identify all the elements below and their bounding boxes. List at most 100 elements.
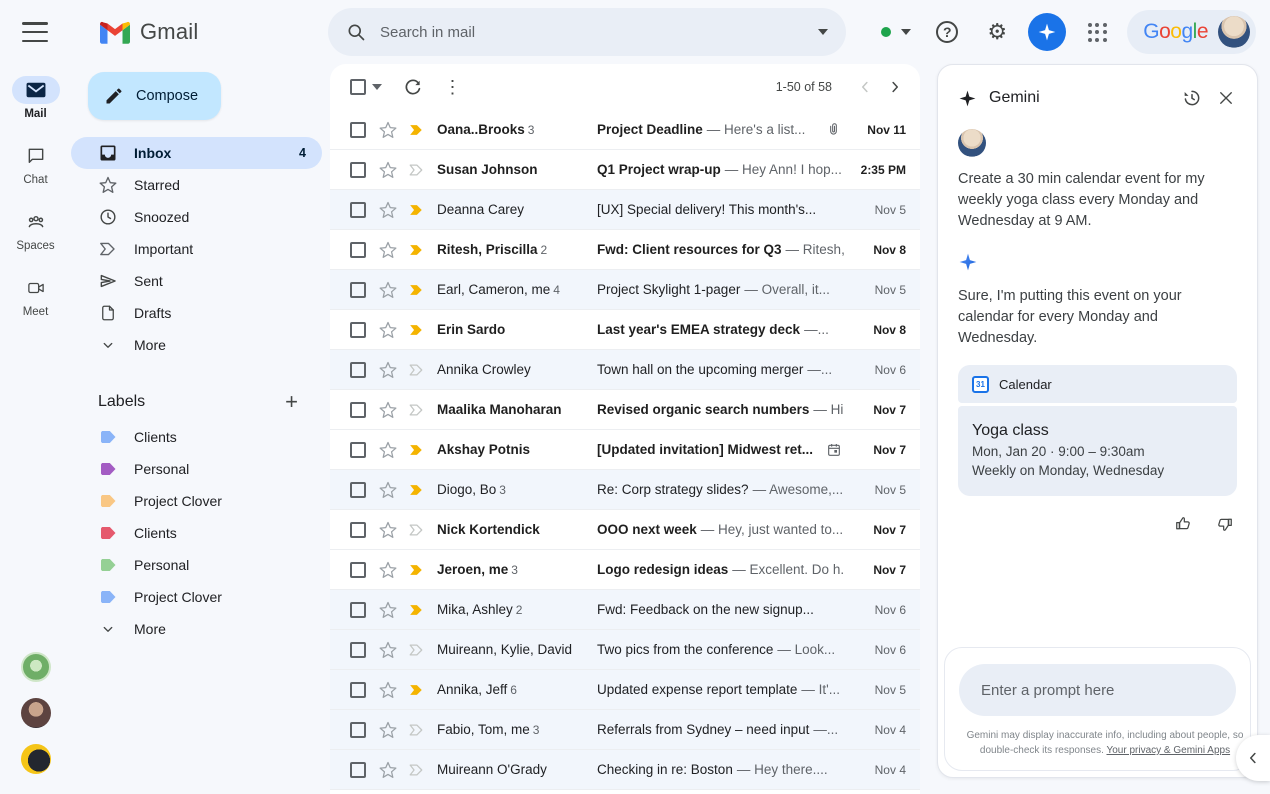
newer-page-button[interactable] xyxy=(850,72,880,102)
main-menu-button[interactable] xyxy=(22,22,48,42)
star-icon[interactable] xyxy=(378,400,398,420)
email-row[interactable]: Oana..Brooks3 Project Deadline— Here's a… xyxy=(330,110,920,150)
email-row[interactable]: Mika, Ashley2 Fwd: Feedback on the new s… xyxy=(330,590,920,630)
row-checkbox[interactable] xyxy=(350,322,366,338)
sidebar-item-important[interactable]: Important xyxy=(71,233,322,265)
importance-marker-icon[interactable] xyxy=(408,323,425,337)
sidebar-item-drafts[interactable]: Drafts xyxy=(71,297,322,329)
row-checkbox[interactable] xyxy=(350,722,366,738)
star-icon[interactable] xyxy=(378,600,398,620)
email-row[interactable]: Susan Johnson Q1 Project wrap-up— Hey An… xyxy=(330,150,920,190)
star-icon[interactable] xyxy=(378,560,398,580)
importance-marker-icon[interactable] xyxy=(408,283,425,297)
calendar-event-card[interactable]: 31 Calendar Yoga class Mon, Jan 20 · 9:0… xyxy=(958,365,1237,496)
star-icon[interactable] xyxy=(378,200,398,220)
help-button[interactable]: ? xyxy=(927,12,967,52)
refresh-button[interactable] xyxy=(396,70,430,104)
email-row[interactable]: Muireann, Kylie, David Two pics from the… xyxy=(330,630,920,670)
email-row[interactable]: Diogo, Bo3 Re: Corp strategy slides?— Aw… xyxy=(330,470,920,510)
star-icon[interactable] xyxy=(378,760,398,780)
star-icon[interactable] xyxy=(378,520,398,540)
create-label-button[interactable]: + xyxy=(285,391,298,413)
contact-avatar-3[interactable] xyxy=(21,744,51,774)
email-row[interactable]: Fabio, Tom, me3 Referrals from Sydney – … xyxy=(330,710,920,750)
row-checkbox[interactable] xyxy=(350,682,366,698)
gmail-logo[interactable]: Gmail xyxy=(100,19,198,45)
contact-avatar-1[interactable] xyxy=(21,652,51,682)
email-row[interactable]: Maalika Manoharan Revised organic search… xyxy=(330,390,920,430)
history-button[interactable] xyxy=(1175,81,1209,115)
importance-marker-icon[interactable] xyxy=(408,123,425,137)
importance-marker-icon[interactable] xyxy=(408,203,425,217)
labels-more[interactable]: More xyxy=(71,613,330,645)
email-row[interactable]: Akshay Potnis [Updated invitation] Midwe… xyxy=(330,430,920,470)
star-icon[interactable] xyxy=(378,480,398,500)
star-icon[interactable] xyxy=(378,280,398,300)
prompt-input[interactable] xyxy=(959,664,1236,716)
star-icon[interactable] xyxy=(378,320,398,340)
label-item[interactable]: Clients xyxy=(71,517,330,549)
email-row[interactable]: Erin Sardo Last year's EMEA strategy dec… xyxy=(330,310,920,350)
row-checkbox[interactable] xyxy=(350,482,366,498)
close-panel-button[interactable] xyxy=(1209,81,1243,115)
star-icon[interactable] xyxy=(378,240,398,260)
star-icon[interactable] xyxy=(378,640,398,660)
row-checkbox[interactable] xyxy=(350,362,366,378)
row-checkbox[interactable] xyxy=(350,162,366,178)
row-checkbox[interactable] xyxy=(350,522,366,538)
sidebar-item-sent[interactable]: Sent xyxy=(71,265,322,297)
rail-item-meet[interactable]: Meet xyxy=(12,274,60,318)
importance-marker-icon[interactable] xyxy=(408,363,425,377)
star-icon[interactable] xyxy=(378,720,398,740)
label-item[interactable]: Personal xyxy=(71,453,330,485)
select-all-checkbox[interactable] xyxy=(350,79,366,95)
row-checkbox[interactable] xyxy=(350,642,366,658)
more-options-button[interactable]: ⋮ xyxy=(436,70,470,104)
sidebar-item-snoozed[interactable]: Snoozed xyxy=(71,201,322,233)
row-checkbox[interactable] xyxy=(350,242,366,258)
star-icon[interactable] xyxy=(378,160,398,180)
importance-marker-icon[interactable] xyxy=(408,243,425,257)
label-item[interactable]: Clients xyxy=(71,421,330,453)
label-item[interactable]: Project Clover xyxy=(71,485,330,517)
sidebar-item-inbox[interactable]: Inbox 4 xyxy=(71,137,322,169)
search-bar[interactable] xyxy=(328,8,846,56)
email-row[interactable]: Annika Crowley Town hall on the upcoming… xyxy=(330,350,920,390)
importance-marker-icon[interactable] xyxy=(408,403,425,417)
importance-marker-icon[interactable] xyxy=(408,683,425,697)
importance-marker-icon[interactable] xyxy=(408,443,425,457)
email-row[interactable]: Deanna Carey [UX] Special delivery! This… xyxy=(330,190,920,230)
importance-marker-icon[interactable] xyxy=(408,163,425,177)
rail-item-spaces[interactable]: Spaces xyxy=(12,208,60,252)
search-input[interactable] xyxy=(380,24,818,41)
row-checkbox[interactable] xyxy=(350,602,366,618)
email-row[interactable]: Earl, Cameron, me4 Project Skylight 1-pa… xyxy=(330,270,920,310)
sidebar-item-starred[interactable]: Starred xyxy=(71,169,322,201)
gemini-toggle-button[interactable] xyxy=(1027,12,1067,52)
star-icon[interactable] xyxy=(378,120,398,140)
privacy-link[interactable]: Your privacy & Gemini Apps xyxy=(1106,745,1230,756)
importance-marker-icon[interactable] xyxy=(408,483,425,497)
settings-button[interactable]: ⚙ xyxy=(977,12,1017,52)
row-checkbox[interactable] xyxy=(350,282,366,298)
star-icon[interactable] xyxy=(378,440,398,460)
thumbs-down-button[interactable] xyxy=(1215,514,1235,534)
search-options-caret-icon[interactable] xyxy=(818,29,828,35)
importance-marker-icon[interactable] xyxy=(408,523,425,537)
select-options-caret-icon[interactable] xyxy=(372,84,382,90)
importance-marker-icon[interactable] xyxy=(408,723,425,737)
row-checkbox[interactable] xyxy=(350,122,366,138)
email-row[interactable]: Nick Kortendick OOO next week— Hey, just… xyxy=(330,510,920,550)
star-icon[interactable] xyxy=(378,360,398,380)
google-apps-button[interactable] xyxy=(1077,12,1117,52)
compose-button[interactable]: Compose xyxy=(88,72,221,120)
email-row[interactable]: Annika, Jeff6 Updated expense report tem… xyxy=(330,670,920,710)
label-item[interactable]: Personal xyxy=(71,549,330,581)
importance-marker-icon[interactable] xyxy=(408,563,425,577)
older-page-button[interactable] xyxy=(880,72,910,102)
row-checkbox[interactable] xyxy=(350,762,366,778)
user-avatar[interactable] xyxy=(1218,16,1250,48)
email-row[interactable]: Jeroen, me3 Logo redesign ideas— Excelle… xyxy=(330,550,920,590)
label-item[interactable]: Project Clover xyxy=(71,581,330,613)
row-checkbox[interactable] xyxy=(350,202,366,218)
